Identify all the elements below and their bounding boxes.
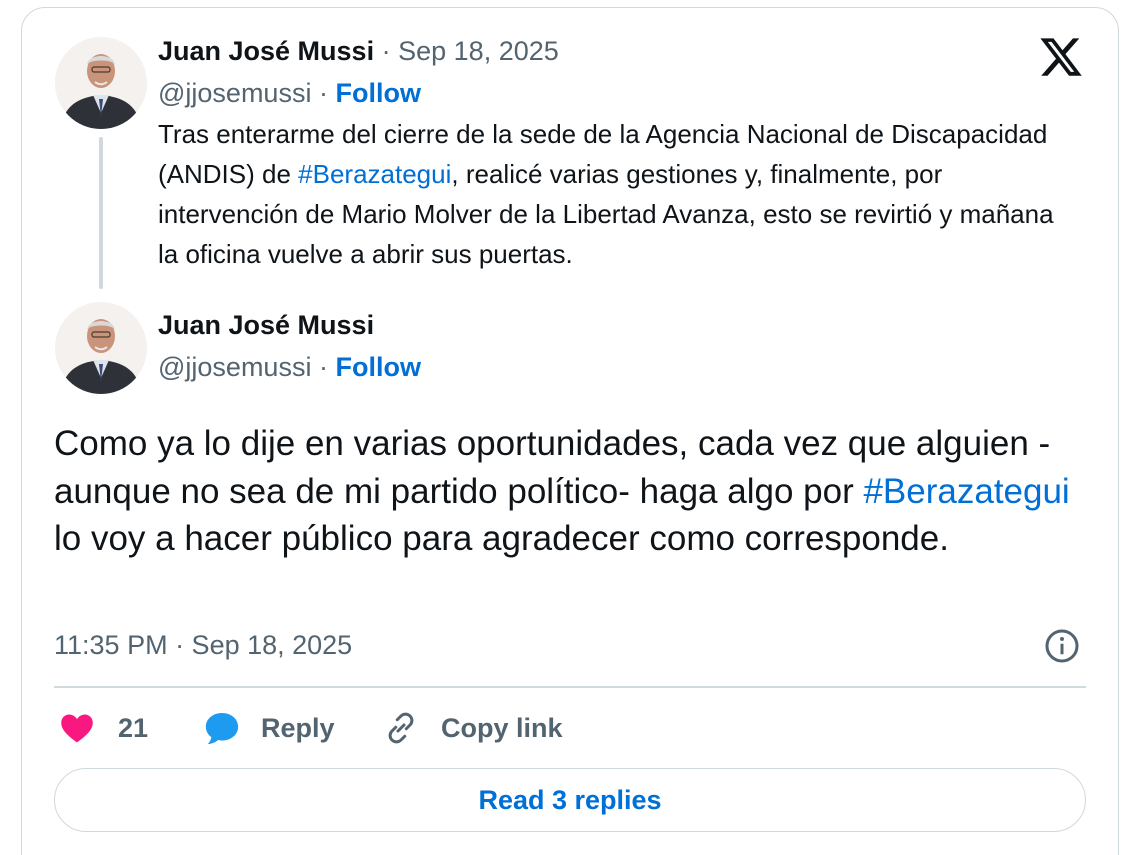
quoted-handle-separator: · [318, 78, 328, 108]
main-text-part2: lo voy a hacer público para agradecer co… [54, 519, 949, 558]
x-logo-icon[interactable] [1038, 34, 1084, 80]
read-replies-button[interactable]: Read 3 replies [54, 768, 1086, 832]
main-header: Juan José Mussi [158, 308, 374, 342]
main-author-avatar[interactable] [55, 302, 147, 394]
quoted-handle-row: @jjosemussi · Follow [158, 76, 421, 110]
quoted-author-handle[interactable]: @jjosemussi [158, 78, 311, 108]
quoted-separator: · [381, 36, 391, 66]
copy-link-button[interactable]: Copy link [383, 706, 563, 750]
info-icon[interactable] [1044, 628, 1080, 664]
thread-connector-line [99, 137, 103, 289]
quoted-header: Juan José Mussi · Sep 18, 2025 [158, 34, 559, 68]
link-icon [388, 712, 414, 744]
like-button[interactable]: 21 [58, 706, 148, 750]
main-hashtag-link[interactable]: #Berazategui [863, 472, 1069, 511]
main-tweet-text: Como ya lo dije en varias oportunidades,… [54, 420, 1074, 563]
divider [54, 686, 1086, 688]
copy-link-label: Copy link [441, 712, 563, 743]
reply-button[interactable]: Reply [203, 706, 335, 750]
main-handle-separator: · [318, 352, 328, 382]
tweet-timestamp[interactable]: 11:35 PM · Sep 18, 2025 [54, 627, 352, 663]
main-follow-button[interactable]: Follow [335, 352, 420, 382]
quoted-author-name[interactable]: Juan José Mussi [158, 36, 374, 66]
main-author-name[interactable]: Juan José Mussi [158, 310, 374, 340]
quoted-author-avatar[interactable] [55, 37, 147, 129]
main-handle-row: @jjosemussi · Follow [158, 350, 421, 384]
like-count: 21 [118, 712, 149, 743]
main-author-handle[interactable]: @jjosemussi [158, 352, 311, 382]
read-replies-label: Read 3 replies [478, 784, 662, 815]
reply-label: Reply [261, 712, 335, 743]
heart-icon [61, 714, 93, 743]
quoted-date[interactable]: Sep 18, 2025 [398, 36, 559, 66]
quoted-hashtag-link[interactable]: #Berazategui [298, 159, 451, 189]
quoted-tweet-text: Tras enterarme del cierre de la sede de … [158, 114, 1078, 274]
reply-bubble-icon [205, 712, 239, 745]
quoted-follow-button[interactable]: Follow [335, 78, 420, 108]
